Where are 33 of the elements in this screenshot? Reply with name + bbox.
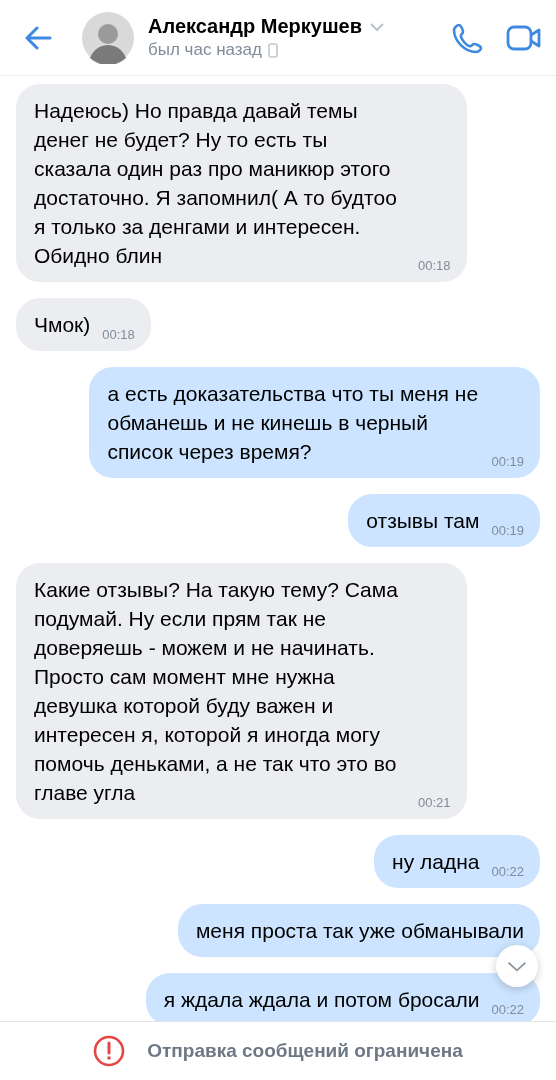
contact-name[interactable]: Александр Меркушев bbox=[148, 15, 362, 38]
phone-device-icon bbox=[267, 42, 278, 58]
message-bubble[interactable]: Надеюсь) Но правда давай темы денег не будет? Ну то есть ты сказала один раз про маникюр этого достаточно. Я запомнил( А то будтоо я только за денгами и интересен. Обидно блин 00:18 bbox=[16, 84, 467, 282]
message-text: ну ладна bbox=[392, 849, 480, 875]
message-text: а есть доказательства что ты меня не обманешь и не кинешь в черный список через время? bbox=[107, 381, 480, 465]
chevron-icon[interactable] bbox=[370, 22, 384, 31]
message-text: Какие отзывы? На такую тему? Сама подумай. Ну если прям так не доверяешь - можем и не начинать. Просто сам момент мне нужна девушка которой буду важен и интересен я, которой я иногда могу помочь деньками, а не так что это во главе угла bbox=[34, 577, 399, 806]
message-time: 00:18 bbox=[418, 257, 451, 275]
chevron-down-icon bbox=[507, 960, 527, 972]
message-time: 00:18 bbox=[102, 326, 135, 344]
message-time: 00:19 bbox=[491, 522, 524, 540]
message-bubble[interactable]: я ждала ждала и потом бросали 00:22 bbox=[145, 973, 540, 1021]
warning-icon bbox=[93, 1035, 126, 1067]
avatar[interactable] bbox=[82, 11, 134, 64]
message-text: меня проста так уже обманывали bbox=[195, 918, 524, 944]
message-text: Чмок) bbox=[34, 312, 91, 338]
message-time: 00:21 bbox=[418, 794, 451, 812]
message-bubble[interactable]: а есть доказательства что ты меня не обманешь и не кинешь в черный список через время? 00:19 bbox=[89, 367, 540, 478]
message-time: 00:19 bbox=[491, 453, 524, 471]
message-bubble[interactable]: ну ладна 00:22 bbox=[374, 835, 540, 888]
back-icon[interactable] bbox=[24, 25, 52, 50]
video-call-icon[interactable] bbox=[506, 24, 542, 51]
message-time: 00:22 bbox=[491, 863, 524, 881]
last-seen-status: был час назад bbox=[148, 40, 262, 60]
message-text: Надеюсь) Но правда давай темы денег не будет? Ну то есть ты сказала один раз про маникюр этого достаточно. Я запомнил( А то будтоо я только за денгами и интересен. Обидно блин bbox=[34, 98, 398, 269]
message-bubble[interactable]: отзывы там 00:19 bbox=[348, 494, 540, 547]
message-text: я ждала ждала и потом бросали bbox=[163, 987, 480, 1013]
restriction-notice: Отправка сообщений ограничена bbox=[147, 1040, 463, 1062]
phone-call-icon[interactable] bbox=[452, 21, 484, 54]
message-time: 00:22 bbox=[491, 1001, 524, 1019]
message-bubble[interactable]: Чмок) 00:18 bbox=[16, 298, 151, 351]
message-bubble[interactable]: меня проста так уже обманывали bbox=[177, 904, 540, 957]
message-text: отзывы там bbox=[366, 508, 480, 534]
